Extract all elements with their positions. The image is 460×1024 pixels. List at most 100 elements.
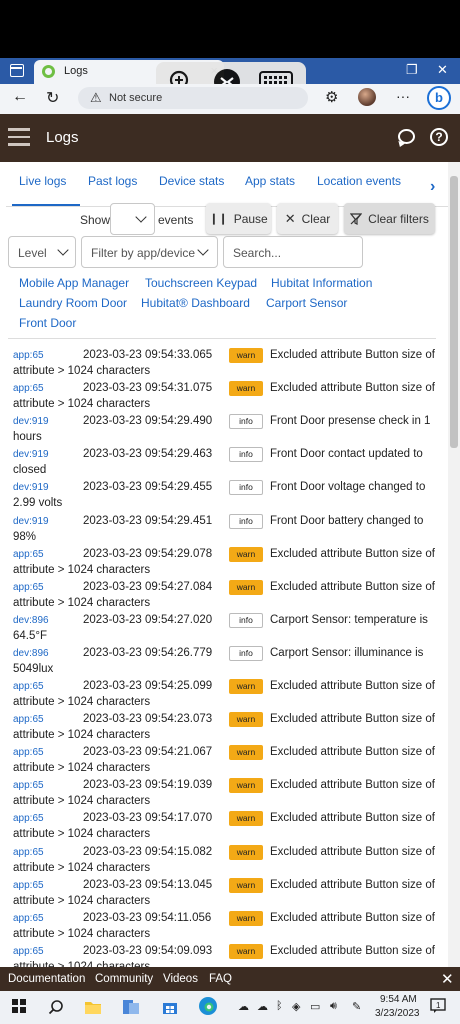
chip-mobile-app-manager[interactable]: Mobile App Manager: [19, 276, 129, 290]
log-source-link[interactable]: dev:896: [13, 615, 49, 626]
browser-tab-title: Logs: [64, 65, 88, 77]
window-close-icon[interactable]: ✕: [437, 62, 448, 78]
log-timestamp: 2023-03-23 09:54:26.779: [83, 646, 213, 659]
help-icon[interactable]: ?: [430, 128, 448, 146]
log-source-link[interactable]: app:65: [13, 582, 44, 593]
task-view-icon[interactable]: [122, 999, 140, 1020]
log-source-link[interactable]: app:65: [13, 880, 44, 891]
chip-front-door[interactable]: Front Door: [19, 316, 76, 330]
log-timestamp: 2023-03-23 09:54:27.084: [83, 580, 213, 593]
tab-device-stats[interactable]: Device stats: [159, 174, 224, 188]
log-level-badge: warn: [229, 579, 263, 595]
log-source-link[interactable]: dev:919: [13, 482, 49, 493]
log-level-badge: info: [229, 513, 263, 529]
edge-browser-icon[interactable]: [198, 996, 218, 1021]
shield-icon[interactable]: ◈: [292, 1000, 300, 1013]
store-icon[interactable]: [161, 999, 179, 1020]
app-device-filter[interactable]: Filter by app/device: [81, 236, 218, 268]
notifications-count: 1: [436, 1001, 441, 1010]
search-input[interactable]: Search...: [223, 236, 363, 268]
refresh-icon[interactable]: ↻: [46, 88, 59, 108]
profile-avatar[interactable]: [358, 88, 376, 106]
log-source-link[interactable]: app:65: [13, 714, 44, 725]
footer-close-icon[interactable]: ✕: [441, 970, 454, 988]
chevron-right-icon[interactable]: ›: [430, 178, 435, 196]
log-message-continued: attribute > 1024 characters: [13, 563, 151, 576]
log-source-link[interactable]: app:65: [13, 350, 44, 361]
log-source-link[interactable]: dev:919: [13, 416, 49, 427]
log-source-link[interactable]: app:65: [13, 847, 44, 858]
chat-icon[interactable]: [398, 129, 415, 144]
onedrive-icon[interactable]: ☁: [238, 1000, 249, 1013]
clear-filters-button[interactable]: Clear filters: [344, 203, 435, 234]
restore-icon[interactable]: ❐: [406, 62, 418, 78]
log-source-link[interactable]: dev:919: [13, 516, 49, 527]
log-source-link[interactable]: app:65: [13, 747, 44, 758]
chip-carport-sensor[interactable]: Carport Sensor: [266, 296, 347, 310]
chip-hubitat-dashboard[interactable]: Hubitat® Dashboard: [141, 296, 250, 310]
log-message: Front Door voltage changed to: [270, 481, 426, 494]
chip-touchscreen-keypad[interactable]: Touchscreen Keypad: [145, 276, 257, 290]
footer-link-documentation[interactable]: Documentation: [8, 973, 85, 985]
log-message-continued: hours: [13, 431, 42, 444]
log-source-link[interactable]: dev:919: [13, 449, 49, 460]
taskbar-time[interactable]: 9:54 AM: [380, 994, 417, 1005]
log-message-continued: 64.5°F: [13, 629, 48, 642]
cloud-icon[interactable]: ☁: [257, 1000, 268, 1013]
log-source-link[interactable]: app:65: [13, 780, 44, 791]
windows-start-icon[interactable]: [12, 999, 26, 1018]
log-source-link[interactable]: dev:896: [13, 648, 49, 659]
extensions-icon[interactable]: ⚙: [325, 88, 338, 106]
tab-app-stats[interactable]: App stats: [245, 174, 295, 188]
pen-icon[interactable]: ✎: [352, 1000, 361, 1013]
chevron-down-icon: [57, 244, 69, 256]
volume-icon[interactable]: 🔊︎: [330, 1000, 337, 1013]
footer-link-community[interactable]: Community: [95, 973, 153, 985]
log-source-link[interactable]: app:65: [13, 383, 44, 394]
page-title: Logs: [46, 129, 79, 146]
pause-button[interactable]: ❙❙ Pause: [206, 203, 271, 234]
footer-link-faq[interactable]: FAQ: [209, 973, 232, 985]
log-level-badge: warn: [229, 811, 263, 827]
clear-button[interactable]: ✕ Clear: [277, 203, 338, 234]
warning-icon[interactable]: ⚠: [90, 90, 102, 106]
log-source-link[interactable]: app:65: [13, 549, 44, 560]
menu-icon[interactable]: [8, 128, 30, 146]
bluetooth-icon[interactable]: ᛒ: [276, 1000, 283, 1012]
scrollbar-thumb[interactable]: [450, 176, 458, 448]
log-source-link[interactable]: app:65: [13, 813, 44, 824]
tab-location-events[interactable]: Location events: [317, 174, 401, 188]
log-source-link[interactable]: app:65: [13, 681, 44, 692]
security-status: Not secure: [109, 92, 163, 104]
log-level-badge: info: [229, 480, 263, 496]
back-icon[interactable]: ←: [12, 88, 28, 106]
log-timestamp: 2023-03-23 09:54:17.070: [83, 812, 213, 825]
footer-link-videos[interactable]: Videos: [163, 973, 198, 985]
log-source-link[interactable]: app:65: [13, 946, 44, 957]
log-message-continued: attribute > 1024 characters: [13, 596, 151, 609]
log-message: Front Door battery changed to: [270, 514, 424, 527]
more-options-icon[interactable]: ···: [396, 88, 410, 104]
log-row: dev:919 2023-03-23 09:54:29.490 info Front …: [0, 414, 446, 447]
clear-label: Clear: [301, 211, 331, 226]
chip-hubitat-information[interactable]: Hubitat Information: [271, 276, 372, 290]
log-timestamp: 2023-03-23 09:54:27.020: [83, 613, 213, 626]
show-count-select[interactable]: [110, 203, 155, 235]
address-bar[interactable]: ⚠ Not secure: [78, 87, 308, 109]
log-source-link[interactable]: app:65: [13, 913, 44, 924]
search-icon[interactable]: [48, 999, 64, 1020]
level-select[interactable]: Level: [8, 236, 76, 268]
log-message-continued: attribute > 1024 characters: [13, 398, 151, 411]
network-icon[interactable]: ▭: [310, 1000, 320, 1013]
tab-actions-icon[interactable]: [10, 64, 24, 77]
tab-past-logs[interactable]: Past logs: [88, 174, 137, 188]
chip-laundry-room-door[interactable]: Laundry Room Door: [19, 296, 127, 310]
file-explorer-icon[interactable]: [84, 999, 102, 1020]
taskbar-date[interactable]: 3/23/2023: [375, 1008, 420, 1019]
tab-live-logs[interactable]: Live logs: [19, 174, 66, 188]
chevron-down-icon: [197, 244, 209, 256]
log-level-badge: info: [229, 447, 263, 463]
bing-chat-icon[interactable]: b: [427, 86, 451, 110]
log-message-continued: attribute > 1024 characters: [13, 927, 151, 940]
log-message-continued: attribute > 1024 characters: [13, 762, 151, 775]
